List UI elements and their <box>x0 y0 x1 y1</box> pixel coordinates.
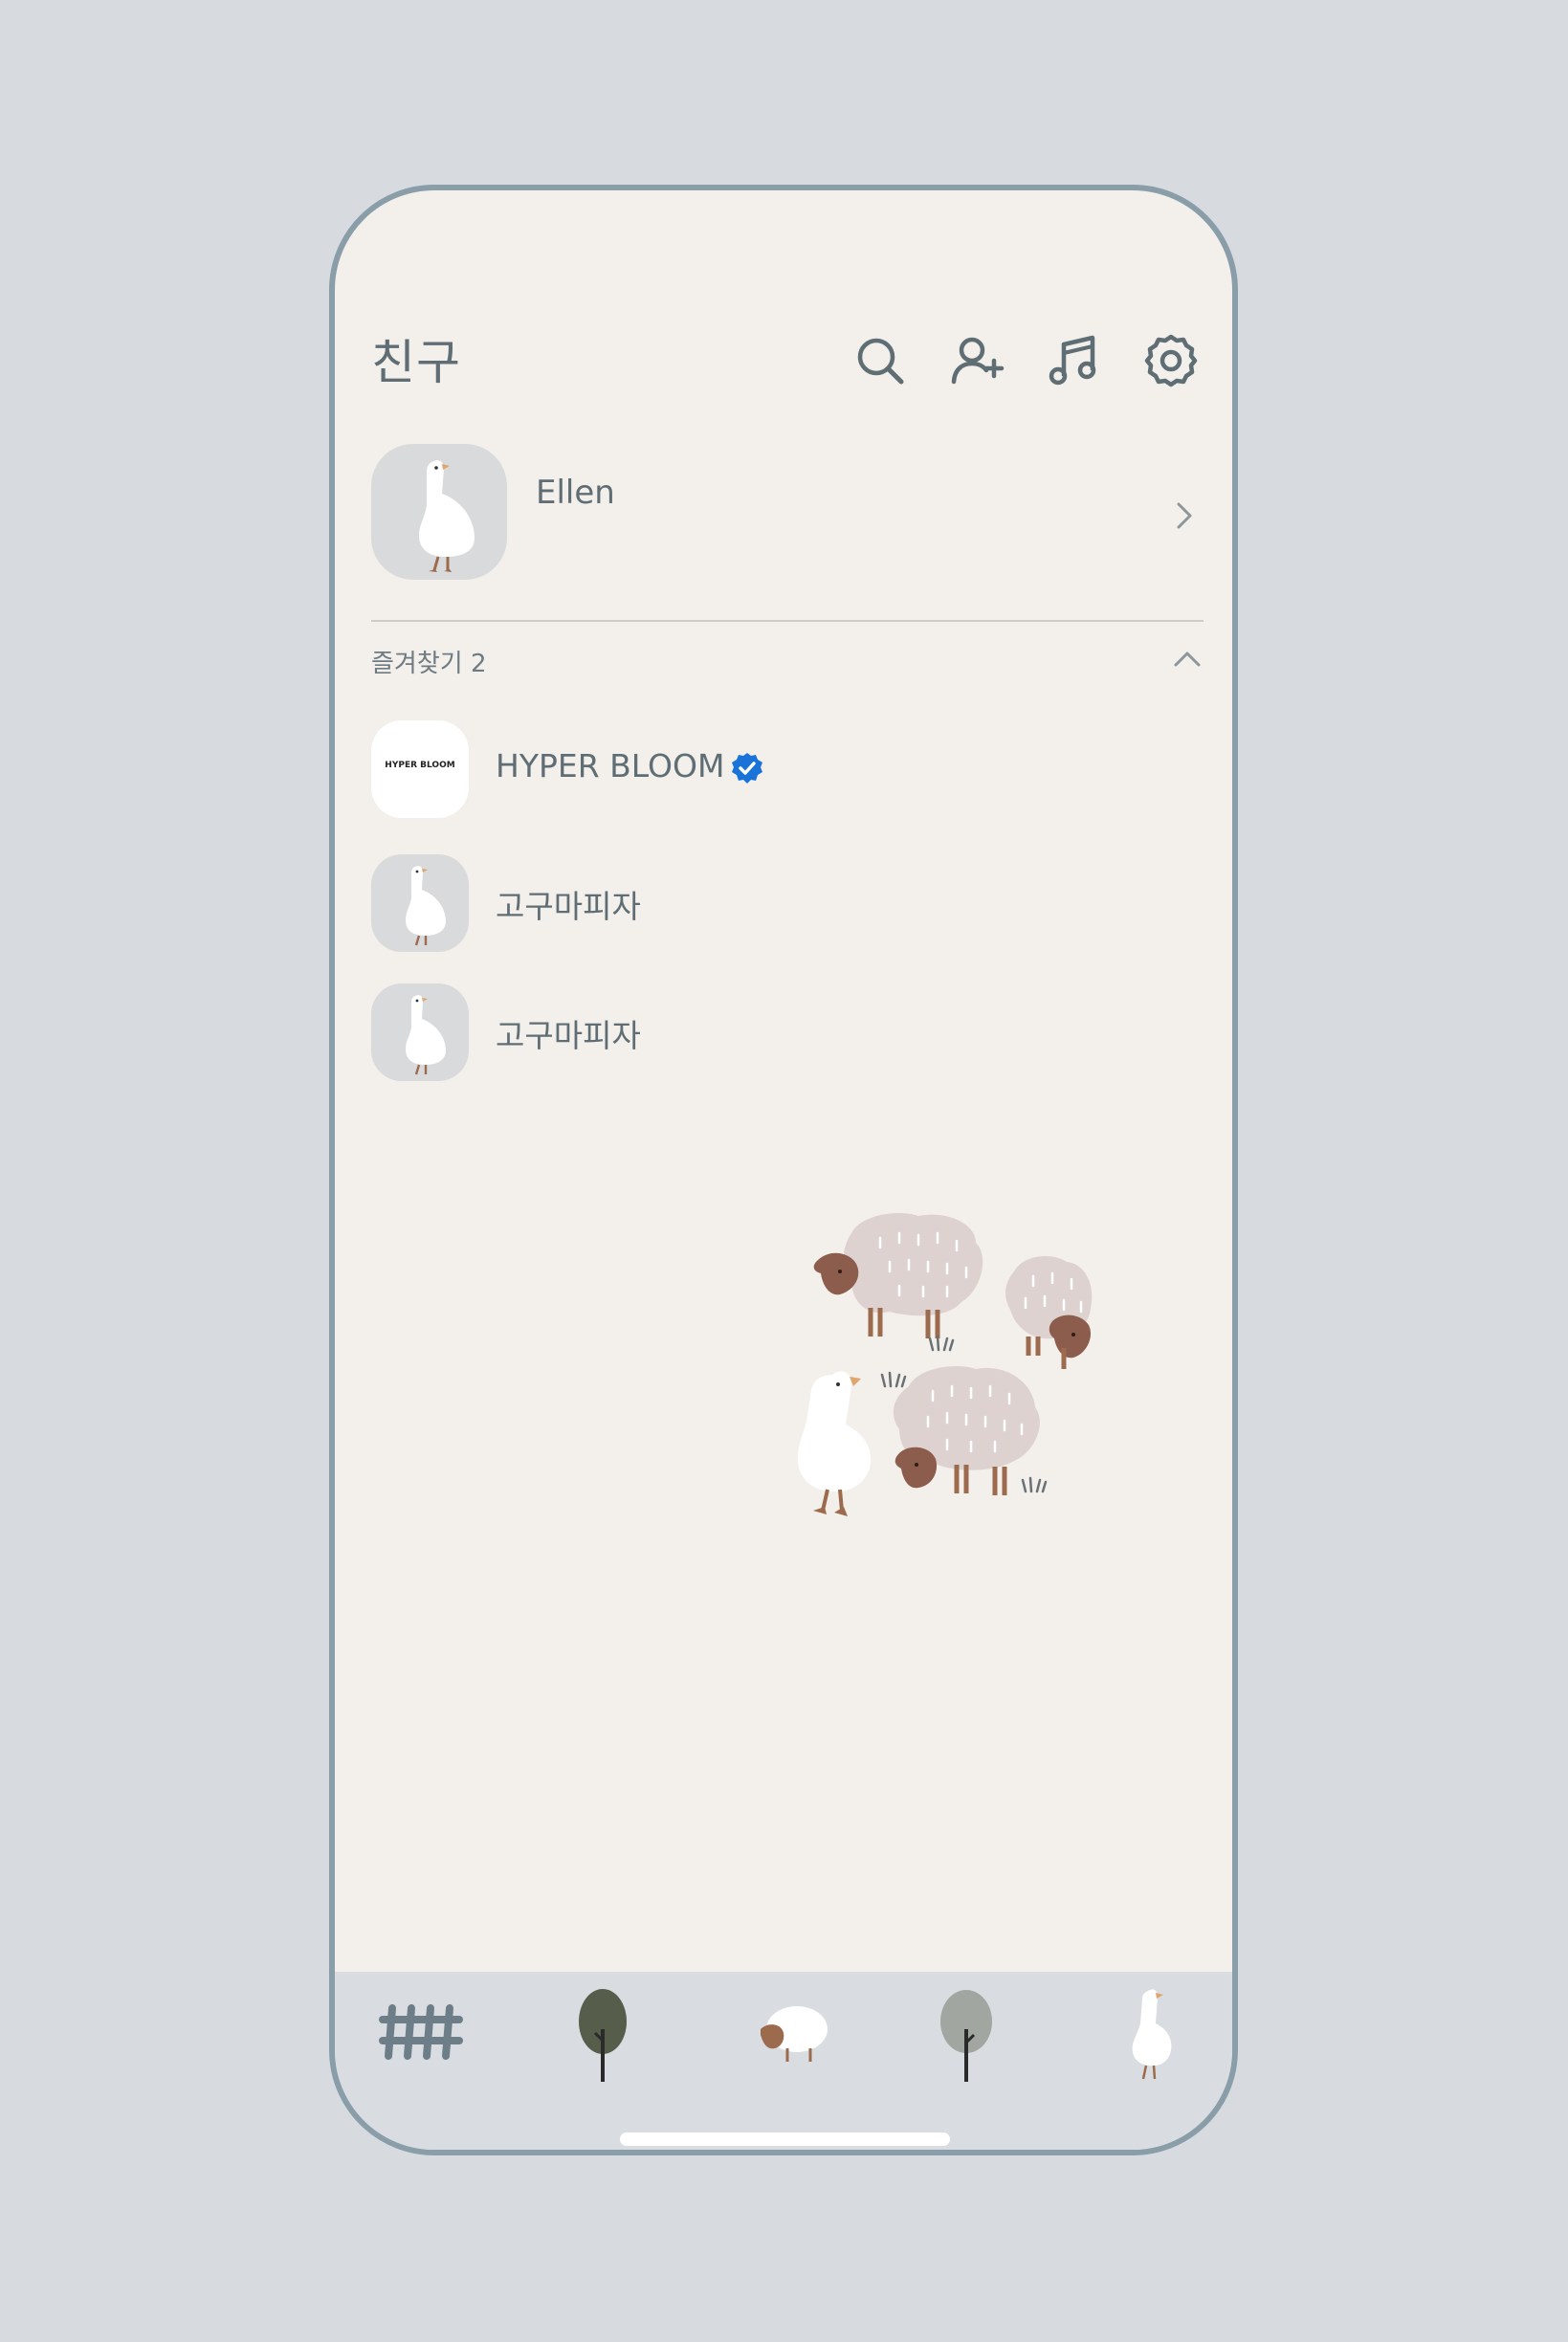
list-item[interactable]: 고구마피자 <box>371 983 1194 1081</box>
goose-avatar <box>371 854 469 952</box>
dark-tree-icon[interactable] <box>545 1981 660 2087</box>
sheep-icon[interactable] <box>732 1981 847 2087</box>
list-item[interactable]: 고구마피자 <box>371 854 1194 952</box>
settings-icon[interactable] <box>1142 332 1200 389</box>
grey-tree-icon[interactable] <box>909 1981 1024 2087</box>
goose-avatar <box>371 983 469 1081</box>
phone-screen: 친구 Ellen 즐겨찾기 2 HYPER BLOOM HYPER BLOOM … <box>329 185 1238 2155</box>
friend-name: 고구마피자 <box>496 888 641 925</box>
search-icon[interactable] <box>851 332 909 389</box>
list-item[interactable]: HYPER BLOOM HYPER BLOOM <box>371 720 1194 818</box>
divider <box>371 620 1204 622</box>
chevron-right-icon[interactable] <box>1171 498 1198 533</box>
home-indicator[interactable] <box>620 2132 950 2146</box>
goose-and-sheep-illustration <box>718 1195 1215 1597</box>
my-profile-avatar[interactable] <box>371 444 507 580</box>
friend-name: HYPER BLOOM <box>496 747 764 785</box>
sheep-illustration <box>1005 1256 1093 1369</box>
fence-icon[interactable] <box>364 1981 478 2087</box>
sheep-illustration <box>893 1366 1040 1495</box>
goose-icon[interactable] <box>1091 1981 1205 2087</box>
add-friend-icon[interactable] <box>949 332 1006 389</box>
page-title: 친구 <box>371 335 461 390</box>
music-icon[interactable] <box>1045 332 1102 389</box>
sheep-illustration <box>813 1213 983 1338</box>
verified-badge-icon <box>730 751 764 785</box>
hyper-bloom-logo: HYPER BLOOM <box>371 720 469 818</box>
favorites-header: 즐겨찾기 2 <box>371 650 487 678</box>
my-profile-name[interactable]: Ellen <box>536 474 615 512</box>
chevron-up-icon[interactable] <box>1171 646 1204 671</box>
friend-name: 고구마피자 <box>496 1017 641 1054</box>
tab-bar <box>335 1972 1232 2150</box>
goose-illustration <box>797 1371 872 1516</box>
